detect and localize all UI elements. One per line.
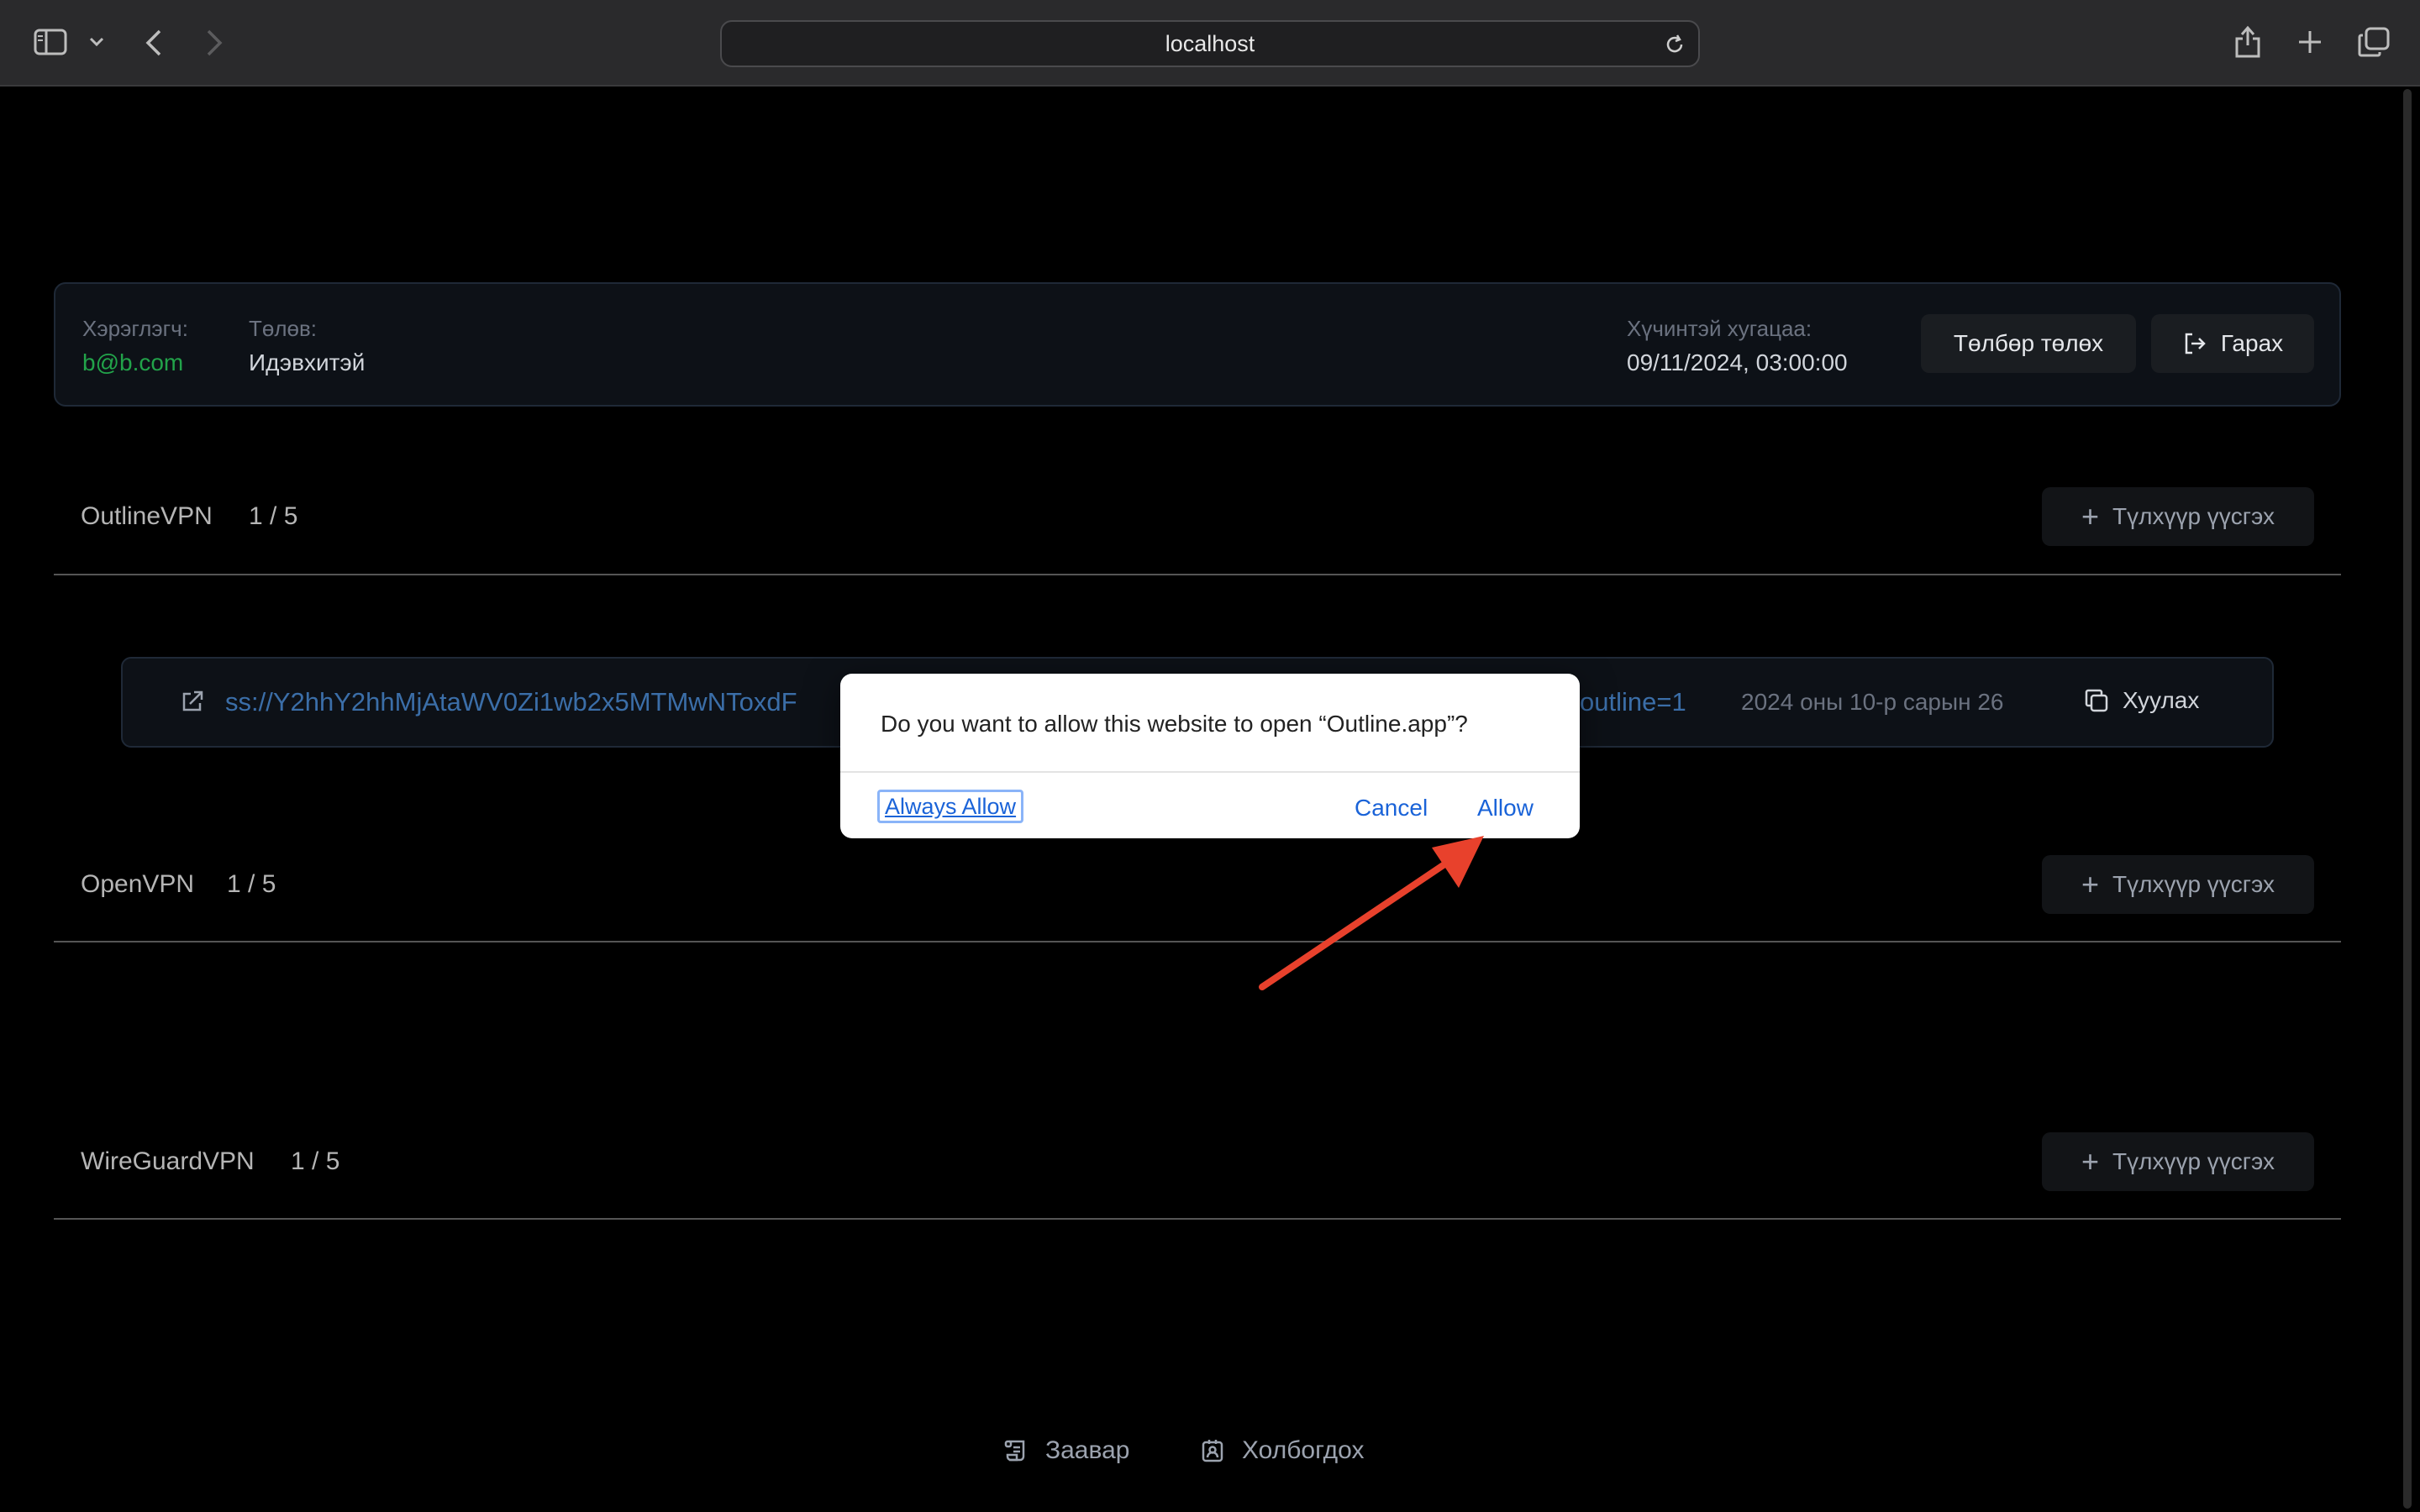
copy-icon bbox=[2084, 688, 2109, 713]
scroll-document-icon bbox=[1003, 1438, 1028, 1463]
section-title-wireguard: WireGuardVPN bbox=[81, 1147, 255, 1175]
expiry-label: Хүчинтэй хугацаа: bbox=[1627, 316, 1812, 341]
new-tab-icon[interactable] bbox=[2296, 29, 2323, 55]
footer-guide-label: Заавар bbox=[1045, 1436, 1130, 1464]
section-count-wireguard: 1 / 5 bbox=[291, 1147, 340, 1175]
add-key-label: Түлхүүр үүсгэх bbox=[2112, 871, 2275, 897]
logout-button[interactable]: Гарах bbox=[2151, 314, 2314, 373]
section-title-outline: OutlineVPN bbox=[81, 502, 213, 530]
browser-toolbar: localhost bbox=[0, 0, 2420, 87]
copy-button[interactable]: Хуулах bbox=[2084, 687, 2199, 714]
logout-icon bbox=[2182, 331, 2207, 356]
footer-contact-link[interactable]: Холбогдох bbox=[1200, 1436, 1365, 1465]
section-divider bbox=[54, 574, 2341, 575]
annotation-arrow-icon bbox=[1259, 836, 1484, 990]
section-divider bbox=[54, 941, 2341, 942]
address-bar[interactable]: localhost bbox=[720, 20, 1700, 67]
plus-icon: + bbox=[2081, 867, 2100, 901]
url-text: localhost bbox=[1165, 30, 1255, 56]
always-allow-button[interactable]: Always Allow bbox=[877, 790, 1024, 823]
copy-label: Хуулах bbox=[2123, 687, 2200, 713]
plus-icon: + bbox=[2081, 1144, 2100, 1179]
account-card: Хэрэглэгч: b@b.com Төлөв: Идэвхитэй Хүчи… bbox=[54, 282, 2341, 407]
dialog-separator bbox=[840, 771, 1580, 773]
plus-icon: + bbox=[2081, 499, 2100, 533]
open-app-permission-dialog: Do you want to allow this website to ope… bbox=[840, 674, 1580, 838]
page-scrollbar[interactable] bbox=[2403, 89, 2412, 1509]
add-key-label: Түлхүүр үүсгэх bbox=[2112, 1148, 2275, 1174]
access-key-link-tail[interactable]: outline=1 bbox=[1580, 687, 1686, 717]
forward-icon[interactable] bbox=[205, 29, 224, 57]
key-created-date: 2024 оны 10-р сарын 26 bbox=[1741, 689, 2004, 715]
footer-contact-label: Холбогдох bbox=[1242, 1436, 1365, 1464]
status-label: Төлөв: bbox=[249, 316, 318, 341]
share-icon[interactable] bbox=[2233, 25, 2262, 59]
contact-badge-icon bbox=[1200, 1438, 1225, 1463]
section-divider bbox=[54, 1218, 2341, 1220]
user-email: b@b.com bbox=[82, 349, 184, 375]
allow-button[interactable]: Allow bbox=[1477, 795, 1534, 822]
add-key-button-wireguard[interactable]: + Түлхүүр үүсгэх bbox=[2042, 1132, 2314, 1191]
external-link-icon[interactable] bbox=[180, 689, 205, 718]
section-count-openvpn: 1 / 5 bbox=[227, 870, 276, 898]
pay-button-label: Төлбөр төлөх bbox=[1953, 330, 2104, 356]
back-icon[interactable] bbox=[145, 29, 163, 57]
cancel-button[interactable]: Cancel bbox=[1355, 795, 1428, 822]
status-value: Идэвхитэй bbox=[249, 349, 366, 375]
add-key-button-outline[interactable]: + Түлхүүр үүсгэх bbox=[2042, 487, 2314, 546]
section-title-openvpn: OpenVPN bbox=[81, 870, 195, 898]
expiry-value: 09/11/2024, 03:00:00 bbox=[1627, 349, 1848, 375]
tab-overview-icon[interactable] bbox=[2358, 27, 2390, 57]
logout-button-label: Гарах bbox=[2220, 330, 2284, 356]
section-count-outline: 1 / 5 bbox=[249, 502, 298, 530]
sidebar-toggle-icon[interactable] bbox=[34, 29, 67, 55]
add-key-button-openvpn[interactable]: + Түлхүүр үүсгэх bbox=[2042, 855, 2314, 914]
user-label: Хэрэглэгч: bbox=[82, 316, 188, 341]
chevron-down-icon[interactable] bbox=[89, 37, 104, 47]
dialog-message: Do you want to allow this website to ope… bbox=[881, 711, 1468, 737]
reload-icon[interactable] bbox=[1663, 33, 1686, 56]
pay-button[interactable]: Төлбөр төлөх bbox=[1921, 314, 2136, 373]
footer-guide-link[interactable]: Заавар bbox=[1003, 1436, 1129, 1465]
access-key-link[interactable]: ss://Y2hhY2hhMjAtaWV0Zi1wb2x5MTMwNToxdF bbox=[225, 687, 797, 717]
add-key-label: Түлхүүр үүсгэх bbox=[2112, 503, 2275, 529]
